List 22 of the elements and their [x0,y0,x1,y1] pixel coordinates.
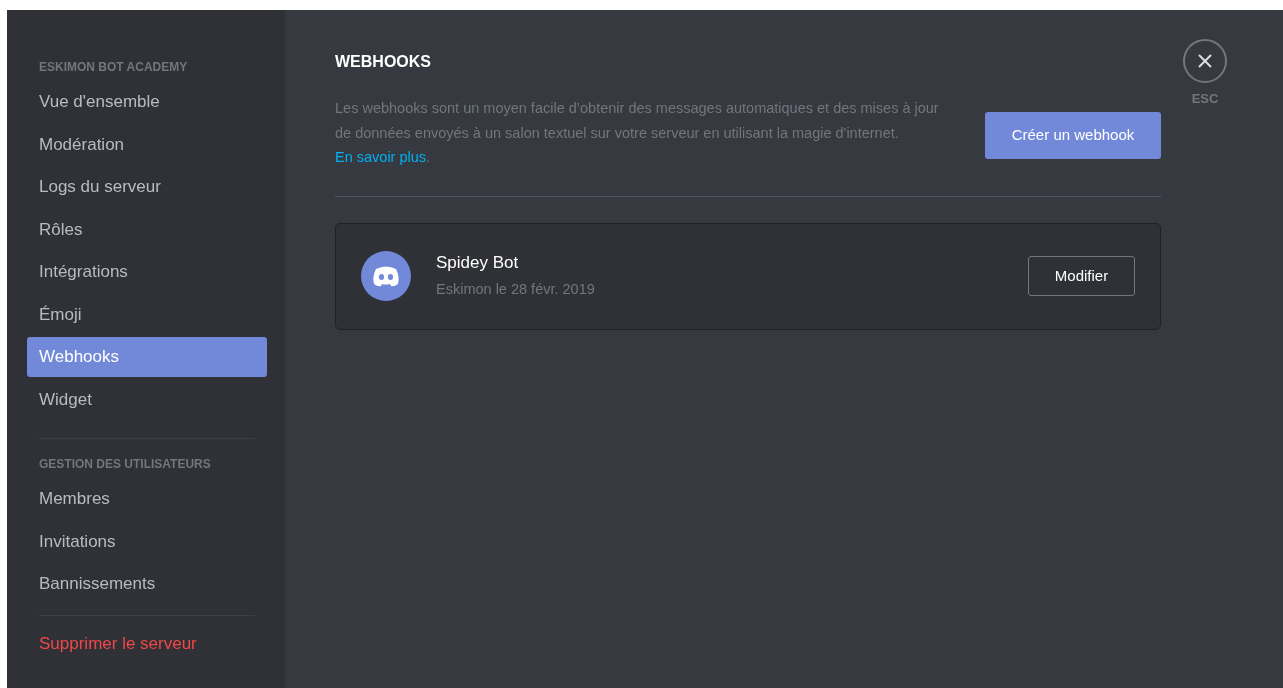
sidebar-item[interactable]: Logs du serveur [27,167,267,207]
sidebar-item[interactable]: Membres [27,479,267,519]
esc-label: ESC [1191,90,1219,108]
sidebar-item[interactable]: Bannissements [27,564,267,604]
sidebar-item[interactable]: Rôles [27,209,267,250]
bot-avatar-icon [361,251,411,301]
close-button[interactable] [1183,39,1227,83]
description-text: Les webhooks sont un moyen facile d’obtenir des messages automatiques et des mises à jour de données envoyés à un salon textuel sur votre serveur en utilisant la magie d'internet. En savoir plus. [335,99,940,167]
sidebar-item[interactable]: Vue d'ensemble [27,82,267,122]
edit-button[interactable]: Modifier [1028,256,1135,296]
webhook-name: Spidey Bot [436,252,520,275]
sidebar-item[interactable]: Invitations [27,521,267,562]
sidebar-item[interactable]: Widget [27,379,267,420]
sidebar-item[interactable]: Modération [27,124,267,165]
page-title: WEBHOOKS [335,52,432,72]
close-icon [1198,54,1212,68]
sidebar-item[interactable]: Émoji [27,294,267,335]
webhook-subtitle: Eskimon le 28 févr. 2019 [436,280,596,300]
delete-server-item[interactable]: Supprimer le serveur [27,623,267,664]
sidebar-item[interactable]: Intégrations [27,252,267,292]
section-header: ESKIMON BOT ACADEMY [38,59,189,76]
section-header: GESTION DES UTILISATEURS [38,456,212,473]
